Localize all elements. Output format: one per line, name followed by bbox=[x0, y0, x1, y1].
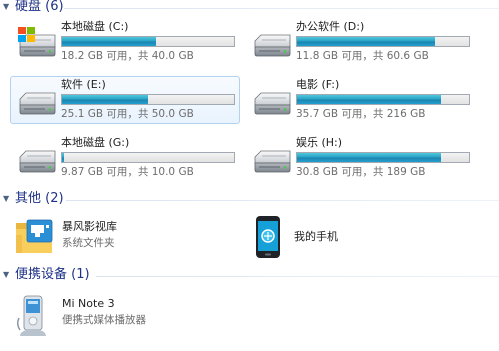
drive-free-space: 30.8 GB 可用，共 189 GB bbox=[296, 166, 426, 178]
group-title: 其他 (2) bbox=[15, 191, 64, 206]
item-type: 便携式媒体播放器 bbox=[62, 314, 146, 326]
group-divider bbox=[66, 200, 499, 201]
drive-name: 娱乐 (H:) bbox=[296, 136, 343, 149]
collapse-chevron-icon[interactable]: ▼ bbox=[3, 270, 11, 280]
my-phone-item[interactable]: 我的手机 bbox=[250, 215, 480, 261]
hard-drives-group-header[interactable]: ▼ 硬盘 (6) bbox=[0, 0, 499, 18]
drive-usage-bar bbox=[61, 152, 235, 163]
drive-usage-bar bbox=[296, 152, 470, 163]
group-divider bbox=[64, 8, 499, 9]
drive-tile-e[interactable]: 软件 (E:) 25.1 GB 可用，共 50.0 GB bbox=[10, 76, 240, 124]
drive-usage-fill bbox=[297, 37, 436, 46]
item-name: 我的手机 bbox=[294, 230, 338, 243]
drive-name: 本地磁盘 (G:) bbox=[61, 136, 130, 149]
windows-drive-icon bbox=[15, 27, 59, 61]
drive-free-space: 25.1 GB 可用，共 50.0 GB bbox=[61, 108, 194, 120]
hard-drive-icon bbox=[250, 143, 294, 177]
collapse-chevron-icon[interactable]: ▼ bbox=[3, 2, 11, 12]
drive-tile-h[interactable]: 娱乐 (H:) 30.8 GB 可用，共 189 GB bbox=[245, 134, 475, 182]
group-title: 硬盘 (6) bbox=[15, 0, 64, 14]
drive-usage-bar bbox=[61, 94, 235, 105]
drive-tile-f[interactable]: 电影 (F:) 35.7 GB 可用，共 216 GB bbox=[245, 76, 475, 124]
drive-usage-fill bbox=[62, 37, 156, 46]
drive-usage-fill bbox=[62, 153, 65, 162]
drive-usage-bar bbox=[296, 36, 470, 47]
hard-drive-icon bbox=[15, 143, 59, 177]
drive-usage-fill bbox=[297, 153, 441, 162]
item-name: 暴风影视库 bbox=[62, 220, 117, 233]
item-type: 系统文件夹 bbox=[62, 237, 115, 249]
media-player-device-icon bbox=[16, 294, 52, 338]
drive-free-space: 18.2 GB 可用，共 40.0 GB bbox=[61, 50, 194, 62]
drive-name: 办公软件 (D:) bbox=[296, 20, 365, 33]
media-library-folder-icon bbox=[14, 217, 54, 257]
portable-devices-group-header[interactable]: ▼ 便携设备 (1) bbox=[0, 267, 499, 286]
collapse-chevron-icon[interactable]: ▼ bbox=[3, 194, 11, 204]
drive-free-space: 11.8 GB 可用，共 60.6 GB bbox=[296, 50, 429, 62]
mi-note-3-device-item[interactable]: Mi Note 3 便携式媒体播放器 bbox=[10, 292, 240, 338]
drive-free-space: 9.87 GB 可用，共 10.0 GB bbox=[61, 166, 194, 178]
drive-name: 本地磁盘 (C:) bbox=[61, 20, 129, 33]
other-group-header[interactable]: ▼ 其他 (2) bbox=[0, 191, 499, 210]
mobile-phone-icon bbox=[254, 215, 282, 259]
hard-drive-icon bbox=[15, 85, 59, 119]
drive-tile-d[interactable]: 办公软件 (D:) 11.8 GB 可用，共 60.6 GB bbox=[245, 18, 475, 66]
media-library-item[interactable]: 暴风影视库 系统文件夹 bbox=[10, 215, 240, 261]
drive-name: 软件 (E:) bbox=[61, 78, 106, 91]
drive-tile-c[interactable]: 本地磁盘 (C:) 18.2 GB 可用，共 40.0 GB bbox=[10, 18, 240, 66]
drive-usage-fill bbox=[297, 95, 441, 104]
drive-name: 电影 (F:) bbox=[296, 78, 340, 91]
hard-drive-icon bbox=[250, 85, 294, 119]
group-title: 便携设备 (1) bbox=[15, 267, 90, 282]
drive-tile-g[interactable]: 本地磁盘 (G:) 9.87 GB 可用，共 10.0 GB bbox=[10, 134, 240, 182]
group-divider bbox=[96, 276, 499, 277]
drive-usage-bar bbox=[296, 94, 470, 105]
drive-usage-fill bbox=[62, 95, 148, 104]
drive-free-space: 35.7 GB 可用，共 216 GB bbox=[296, 108, 426, 120]
drive-usage-bar bbox=[61, 36, 235, 47]
item-name: Mi Note 3 bbox=[62, 297, 115, 310]
hard-drive-icon bbox=[250, 27, 294, 61]
